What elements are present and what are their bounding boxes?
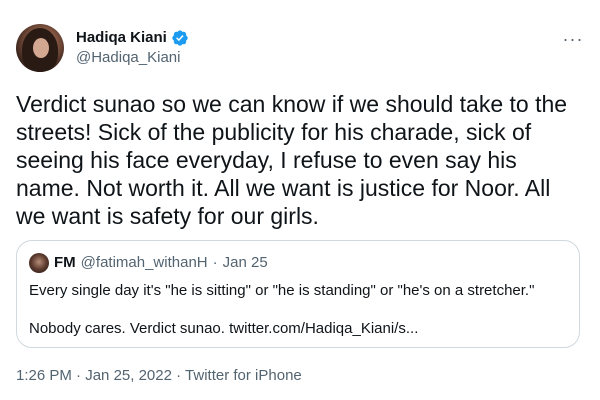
quoted-author-avatar [29,253,49,273]
more-options-icon[interactable]: ··· [560,29,586,49]
name-row: Hadiqa Kiani [76,28,189,48]
quoted-author-handle: @fatimah_withanH [80,254,208,271]
tweet-source: Twitter for iPhone [185,367,302,384]
tweet-time[interactable]: 1:26 PM [16,367,72,384]
quoted-date: Jan 25 [222,254,268,271]
author-handle[interactable]: @Hadiqa_Kiani [76,48,189,68]
quoted-tweet[interactable]: FM @fatimah_withanH · Jan 25 Every singl… [16,240,580,348]
quoted-text-line-1: Every single day it's "he is sitting" or… [29,282,535,299]
verified-badge-icon [171,29,189,47]
quoted-author-name: FM [54,254,76,271]
avatar-face [33,38,49,58]
tweet-text: Verdict sunao so we can know if we shoul… [16,91,568,229]
quoted-separator: · [212,254,218,271]
author-avatar[interactable] [16,24,64,72]
quoted-tweet-header: FM @fatimah_withanH · Jan 25 [29,253,268,273]
meta-separator: · [76,367,82,384]
tweet-card: Hadiqa Kiani @Hadiqa_Kiani ··· Verdict s… [0,0,600,400]
quoted-text-line-2: Nobody cares. Verdict sunao. twitter.com… [29,320,419,337]
author-name[interactable]: Hadiqa Kiani [76,28,167,48]
tweet-metadata: 1:26 PM · Jan 25, 2022 · Twitter for iPh… [16,366,302,386]
author-info: Hadiqa Kiani @Hadiqa_Kiani [76,28,189,68]
tweet-date[interactable]: Jan 25, 2022 [85,367,172,384]
meta-separator-2: · [176,367,182,384]
